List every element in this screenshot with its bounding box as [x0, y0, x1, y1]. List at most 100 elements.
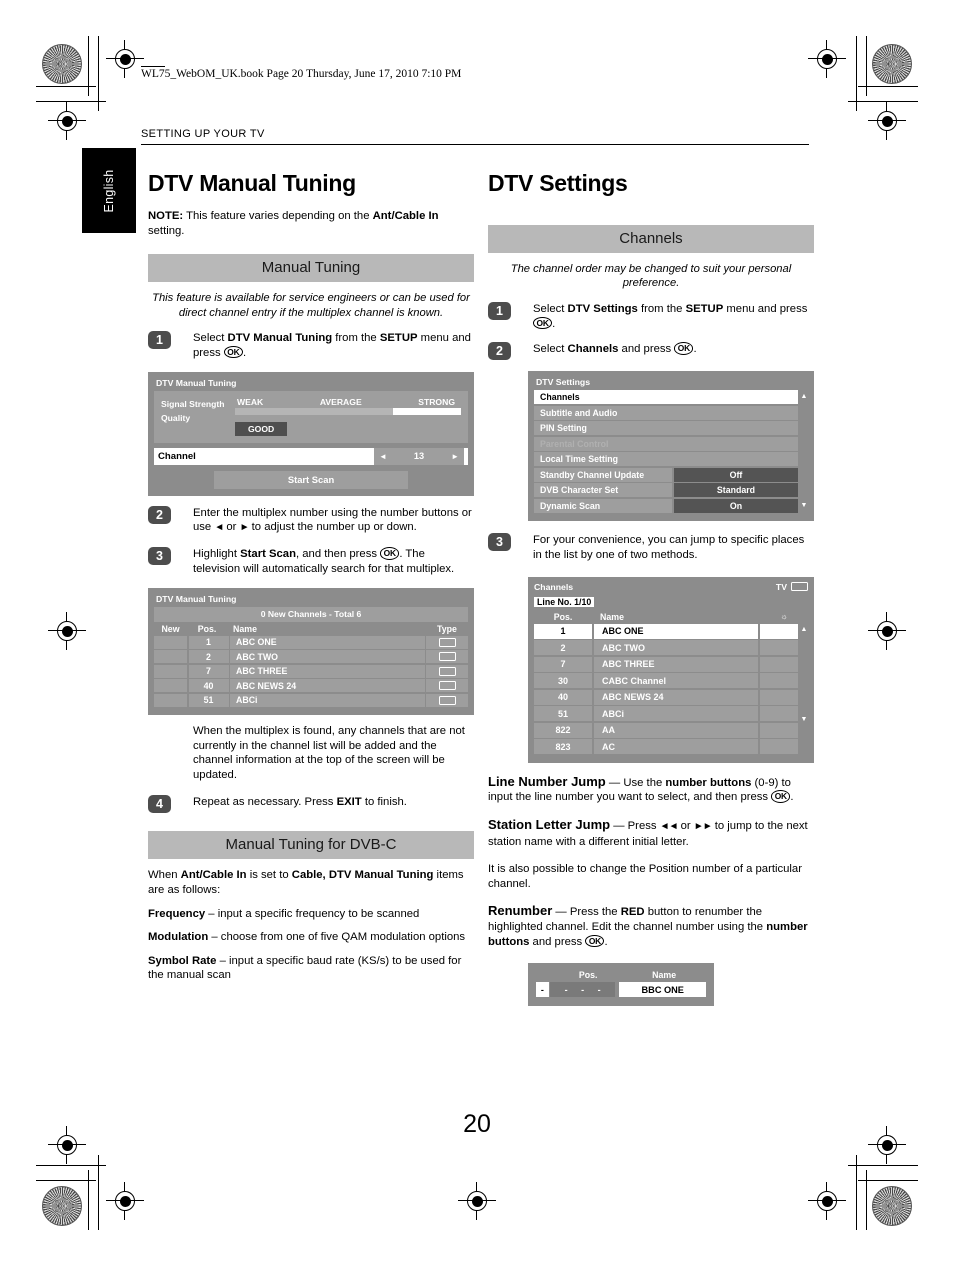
cell-pos: 7: [188, 664, 229, 678]
cell-type: [426, 679, 468, 693]
menu-row[interactable]: Subtitle and Audio: [534, 405, 808, 420]
column-header-pos: Pos.: [197, 623, 217, 634]
table-row[interactable]: 2 ABC TWO: [534, 640, 798, 656]
signal-strength-fill: [393, 407, 461, 415]
dvbc-term: Frequency: [148, 907, 206, 920]
menu-scroll-cell: [800, 483, 808, 497]
menu-row-label: Subtitle and Audio: [534, 405, 798, 420]
channel-value: 13: [413, 451, 425, 462]
table-row[interactable]: 822 AA: [534, 722, 798, 738]
menu-scroll-cell[interactable]: ▼: [800, 499, 808, 513]
signal-strength-label: Signal Strength: [161, 398, 225, 409]
step-left-1: 1 Select DTV Manual Tuning from the SETU…: [148, 331, 474, 361]
cell-pos: 30: [534, 673, 592, 689]
menu-row[interactable]: Dynamic Scan On ▼: [534, 498, 808, 513]
crop-line-top-inner: [36, 101, 106, 103]
step-number-badge: 1: [488, 301, 511, 320]
table-row[interactable]: 40 ABC NEWS 24: [154, 679, 468, 693]
menu-row[interactable]: Channels ▲: [534, 390, 808, 405]
scroll-down-icon[interactable]: ▼: [800, 499, 808, 513]
menu-scroll-cell: [800, 437, 808, 451]
menu-row-value[interactable]: Standard: [674, 483, 798, 498]
menu-row[interactable]: Local Time Setting: [534, 452, 808, 467]
cell-type: [426, 650, 468, 664]
note-bold-term: Ant/Cable In: [372, 210, 439, 222]
cell-name: CABC Channel: [594, 673, 758, 689]
step-number-badge: 3: [148, 547, 171, 566]
dvbc-item-frequency: Frequency – input a specific frequency t…: [148, 907, 474, 922]
crop-line-top-right-outer: [858, 86, 918, 88]
table-row[interactable]: 30 CABC Channel: [534, 673, 798, 689]
menu-row-label: Local Time Setting: [534, 452, 798, 467]
table-row[interactable]: 2 ABC TWO: [154, 650, 468, 664]
renumber-row[interactable]: - - - - BBC ONE: [536, 982, 706, 998]
menu-row[interactable]: PIN Setting: [534, 421, 808, 436]
renumber-digit[interactable]: -: [581, 985, 584, 995]
column-header-type: Type: [437, 623, 457, 634]
registration-mark-bm: [106, 1182, 144, 1220]
cell-type: [426, 664, 468, 678]
column-header-name: Name: [600, 611, 624, 622]
cell-name: ABC NEWS 24: [230, 679, 425, 693]
registration-mark-right: [868, 612, 906, 650]
step-text: Select DTV Manual Tuning from the SETUP …: [193, 332, 471, 359]
crop-line-right-inner: [856, 36, 858, 111]
cell-pos: 2: [188, 650, 229, 664]
scroll-down-icon[interactable]: ▼: [800, 714, 808, 726]
screen-renumber: Pos. Name - - - - BBC ONE: [528, 963, 714, 1007]
renumber-digit[interactable]: -: [565, 985, 568, 995]
scale-strong: STRONG: [418, 396, 455, 407]
crop-line-bottom-right-inner: [848, 1165, 918, 1167]
channel-field-row[interactable]: Channel ◄ 13 ►: [154, 447, 468, 465]
dvbc-desc: – choose from one of five QAM modulation…: [208, 931, 466, 944]
table-row[interactable]: 1 ABC ONE: [534, 623, 798, 639]
table-row[interactable]: 51 ABCi: [534, 706, 798, 722]
stepper-right-arrow-icon[interactable]: ►: [451, 452, 459, 461]
menu-row[interactable]: Standby Channel Update Off: [534, 467, 808, 482]
start-scan-button[interactable]: Start Scan: [214, 470, 408, 489]
menu-row-value[interactable]: Off: [674, 467, 798, 482]
tv-icon: [791, 582, 808, 592]
screen-manual-tuning: DTV Manual Tuning Signal Strength Qualit…: [148, 371, 474, 496]
table-row[interactable]: 7 ABC THREE: [534, 656, 798, 672]
table-row[interactable]: 51 ABCi: [154, 693, 468, 707]
column-header-pos: Pos.: [553, 611, 573, 622]
file-header-rule: [141, 66, 165, 67]
tv-icon: [438, 652, 456, 662]
menu-scroll-cell[interactable]: ▲: [800, 390, 808, 404]
menu-row[interactable]: DVB Character Set Standard: [534, 483, 808, 498]
crop-line-br-outer: [866, 1170, 868, 1230]
tv-icon: [438, 695, 456, 705]
step-right-3: 3 For your convenience, you can jump to …: [488, 533, 814, 563]
renumber-digit[interactable]: -: [598, 985, 601, 995]
scroll-up-icon[interactable]: ▲: [800, 390, 808, 404]
crop-line-br-inner: [856, 1155, 858, 1230]
cell-pos: 40: [534, 689, 592, 705]
renumber-paragraph: Renumber — Press the RED button to renum…: [488, 904, 814, 949]
channels-list-rows: 1 ABC ONE 2 ABC TWO 7 ABC THREE 30 CABC …: [534, 623, 798, 756]
note-suffix: setting.: [148, 224, 185, 237]
registration-mark-bottom-center: [458, 1182, 496, 1220]
renumber-digits[interactable]: - - -: [549, 982, 616, 998]
step-text: Highlight Start Scan, and then press OK.…: [193, 547, 455, 575]
channels-list-scrollbar[interactable]: ▲ ▼: [800, 624, 808, 756]
renumber-channel-name: BBC ONE: [619, 982, 706, 998]
renumber-first-digit[interactable]: -: [536, 982, 549, 998]
table-row[interactable]: 1 ABC ONE: [154, 635, 468, 649]
section-band-dvbc: Manual Tuning for DVB-C: [148, 831, 474, 860]
cell-lock: [760, 673, 798, 689]
step-number-badge: 1: [148, 331, 171, 349]
section-band-channels: Channels: [488, 225, 814, 253]
running-head: SETTING UP YOUR TV: [141, 128, 265, 140]
menu-row-label: DVB Character Set: [534, 483, 672, 498]
table-row[interactable]: 823 AC: [534, 739, 798, 755]
menu-row-value[interactable]: On: [674, 498, 798, 513]
scroll-up-icon[interactable]: ▲: [800, 624, 808, 636]
table-row[interactable]: 40 ABC NEWS 24: [534, 689, 798, 705]
channel-stepper[interactable]: ◄ 13 ►: [374, 447, 464, 465]
cell-name: ABCi: [594, 706, 758, 722]
line-number-indicator: Line No. 1/10: [534, 596, 595, 607]
table-row[interactable]: 7 ABC THREE: [154, 664, 468, 678]
manual-tuning-intro: This feature is available for service en…: [152, 292, 470, 319]
stepper-left-arrow-icon[interactable]: ◄: [379, 452, 387, 461]
